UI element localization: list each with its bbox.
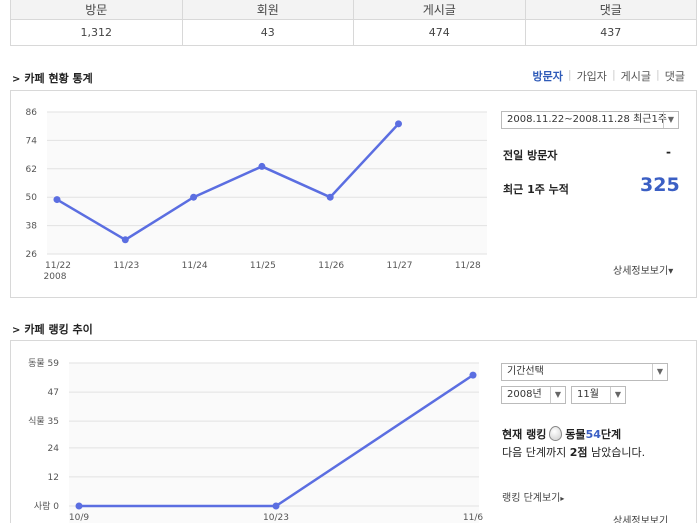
chevron-down-icon: ▼ — [652, 364, 667, 380]
y-tick-label: 24 — [48, 444, 60, 454]
data-point — [469, 371, 477, 379]
data-point — [395, 120, 402, 128]
y-tick-label: 74 — [26, 136, 38, 146]
tab-comments[interactable]: 댓글 — [660, 68, 690, 84]
tab-joiners[interactable]: 가입자 — [572, 68, 612, 84]
chevron-down-icon: ▼ — [550, 387, 565, 403]
yesterday-visitors-value: - — [666, 145, 671, 159]
week-total-value: 325 — [640, 174, 680, 196]
summary-header-comments: 댓글 — [599, 3, 622, 17]
chevron-down-icon: ▼ — [610, 387, 625, 403]
y-tick-label: 47 — [48, 388, 59, 398]
data-point — [190, 193, 198, 201]
y-tick-label: 식물 35 — [28, 416, 59, 427]
current-rank: 현재 랭킹 동물54단계 — [502, 426, 622, 441]
rank-section-title: > 카페 랭킹 추이 — [12, 323, 93, 336]
rank-level-link[interactable]: 랭킹 단계보기▸ — [502, 489, 564, 504]
data-point — [258, 162, 266, 170]
chevron-right-icon: > — [12, 325, 21, 336]
data-point — [53, 196, 61, 204]
x-tick-sublabel: 2008 — [44, 272, 67, 282]
x-tick-label: 10/9 — [69, 513, 89, 523]
x-tick-label: 11/22 — [45, 261, 71, 271]
summary-value-posts: 474 — [354, 20, 526, 45]
summary-table: 방문 회원 게시글 댓글 1,312 43 474 437 — [10, 0, 697, 46]
tab-posts[interactable]: 게시글 — [616, 68, 656, 84]
tab-visitors[interactable]: 방문자 — [527, 68, 567, 84]
stats-tabs: 방문자 | 가입자 | 게시글 | 댓글 — [527, 68, 690, 84]
yesterday-visitors-label: 전일 방문자 — [503, 149, 558, 162]
data-point — [272, 502, 280, 510]
visitor-chart: 26 38 50 62 74 86 11/22 11/23 11/24 11/25 11/26 11/… — [26, 108, 487, 282]
month-select[interactable]: 11월 ▼ — [571, 386, 626, 404]
x-tick-label: 11/6 — [463, 513, 483, 523]
x-tick-label: 11/24 — [182, 261, 208, 271]
y-tick-label: 12 — [48, 473, 59, 483]
summary-header-visits: 방문 — [11, 0, 183, 19]
summary-value-members: 43 — [183, 20, 354, 45]
data-point — [75, 502, 83, 510]
summary-header-members: 회원 — [183, 0, 354, 19]
week-total-label: 최근 1주 누적 — [503, 183, 569, 196]
rank-period-select[interactable]: 기간선택 ▼ — [501, 363, 668, 381]
x-tick-label: 11/23 — [113, 261, 139, 271]
plot-area — [69, 363, 479, 523]
egg-icon — [549, 426, 563, 441]
x-tick-label: 11/25 — [250, 261, 276, 271]
chevron-right-icon: > — [12, 74, 21, 85]
caret-right-icon: ▸ — [560, 494, 565, 503]
next-level-text: 다음 단계까지 2점 남았습니다. — [502, 446, 646, 459]
data-point — [326, 193, 334, 201]
y-tick-label: 62 — [26, 165, 37, 175]
x-tick-label: 10/23 — [263, 513, 289, 523]
stats-detail-link[interactable]: 상세정보보기▾ — [613, 262, 673, 277]
x-tick-label: 11/26 — [318, 261, 344, 271]
y-tick-label: 26 — [26, 250, 38, 260]
rank-chart: 사람 0 12 24 식물 35 47 동물 59 10/9 10/23 11/6 — [28, 358, 483, 523]
year-select[interactable]: 2008년 ▼ — [501, 386, 566, 404]
x-tick-label: 11/28 — [455, 261, 481, 271]
y-tick-label: 50 — [26, 193, 38, 203]
summary-value-comments: 437 — [600, 26, 622, 39]
stats-section-title: > 카페 현황 통계 — [12, 72, 93, 85]
x-tick-label: 11/27 — [387, 261, 413, 271]
summary-header-posts: 게시글 — [354, 0, 526, 19]
y-tick-label: 38 — [26, 222, 38, 232]
period-select[interactable]: 2008.11.22~2008.11.28 최근1주 ▼ — [501, 111, 679, 129]
y-tick-label: 동물 59 — [28, 358, 59, 369]
data-point — [121, 236, 129, 244]
rank-detail-link[interactable]: 상세정보보기 — [613, 512, 668, 523]
summary-value-visits: 1,312 — [11, 20, 183, 45]
y-tick-label: 86 — [26, 108, 38, 118]
y-tick-label: 사람 0 — [34, 500, 59, 512]
chevron-down-icon: ▼ — [663, 112, 678, 128]
